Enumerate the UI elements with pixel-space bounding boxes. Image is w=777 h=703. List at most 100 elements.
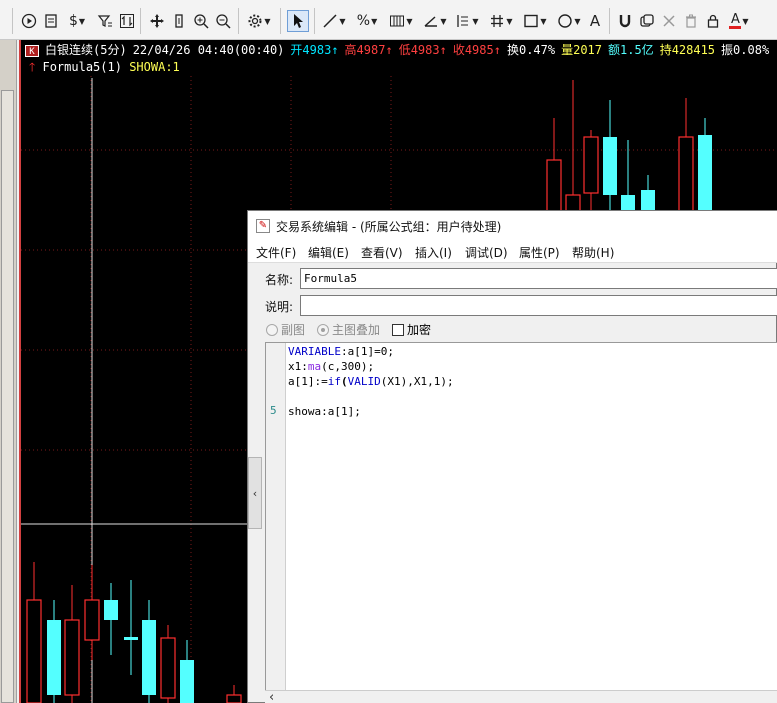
percent-icon[interactable]: % ▼ [352,10,382,32]
dialog-title: 交易系统编辑 - (所属公式组：用户待处理) [276,220,502,234]
radio-icon [266,323,278,336]
line-number: 5 [270,404,277,417]
chevron-down-icon: ▼ [78,16,86,26]
up-arrow-icon: ↑ [331,43,339,57]
sub-chart-radio[interactable]: 副图 [266,321,305,338]
chevron-down-icon: ▼ [440,16,447,26]
candle-body [603,137,617,195]
toolbar-separator [238,8,239,34]
horizontal-scrollbar[interactable]: ‹ [265,690,777,703]
keyword: VARIABLE [288,345,341,358]
percent-label: % [356,13,371,29]
gear-icon[interactable]: ▼ [244,10,274,32]
menu-properties[interactable]: 属性(P) [519,244,560,261]
scroll-left-icon[interactable]: ‹ [269,690,274,703]
up-arrow-icon: 🡑 [29,60,36,74]
up-arrow-icon: ↑ [439,43,447,57]
app-icon: ✎ [256,219,270,233]
chevron-down-icon: ▼ [506,16,513,26]
menu-help[interactable]: 帮助(H) [572,244,614,261]
radio-icon [317,323,329,336]
channel-icon[interactable]: ▼ [452,10,482,32]
candle-body [84,599,100,641]
amount-label: 额1.5亿 [608,43,654,57]
zoom-in-icon[interactable] [190,10,212,32]
code-line-5: showa:a[1]; [288,405,361,418]
fit-icon[interactable] [168,10,190,32]
k-badge: K [25,45,39,57]
low-value: 低4983 [398,43,440,57]
symbol-name: 白银连续(5分) [45,43,127,57]
cursor-icon[interactable] [287,10,309,32]
name-label: 名称: [265,273,294,287]
code-editor[interactable]: 5 VARIABLE:a[1]=0; x1:ma(c,300); a[1]:=i… [265,342,777,691]
swap-icon[interactable] [116,10,138,32]
description-label: 说明: [265,300,294,314]
up-arrow-icon: ↑ [493,43,501,57]
code-text: x1: [288,360,308,373]
angle-icon[interactable]: ▼ [420,10,450,32]
chevron-down-icon: ▼ [540,16,547,26]
position-label: 持428415 [659,43,716,57]
collapse-side-tab[interactable]: ‹ [248,457,262,529]
description-input[interactable] [300,295,777,316]
chevron-down-icon: ▼ [406,16,413,26]
keyword: VALID [347,375,381,388]
document-icon[interactable] [40,10,62,32]
code-line-1: VARIABLE:a[1]=0; [288,344,394,359]
main-overlay-radio[interactable]: 主图叠加 [317,321,380,338]
chevron-down-icon: ▼ [472,16,479,26]
chevron-down-icon: ▼ [574,16,581,26]
candle-body [124,637,138,640]
filter-icon[interactable] [94,10,116,32]
play-icon[interactable] [18,10,40,32]
toolbar-separator [12,8,13,34]
toolbar-separator [314,8,315,34]
move-icon[interactable] [146,10,168,32]
line-number-gutter: 5 [266,343,286,691]
chevron-down-icon: ▼ [339,16,346,26]
toolbar-separator [280,8,281,34]
main-overlay-label: 主图叠加 [332,323,381,337]
code-text: a[1]:= [288,375,328,388]
menu-view[interactable]: 查看(V) [361,244,403,261]
menu-insert[interactable]: 插入(I) [415,244,452,261]
code-text: :a[1]=0; [340,345,394,358]
trash-icon[interactable] [680,10,702,32]
menu-edit[interactable]: 编辑(E) [308,244,349,261]
chevron-down-icon: ▼ [264,16,271,26]
formula-name: Formula5(1) [42,60,122,74]
hash-icon[interactable]: ▼ [486,10,516,32]
line-icon[interactable]: ▼ [320,10,348,32]
candle-body [160,637,176,699]
text-icon[interactable]: A [584,10,606,32]
zoom-out-icon[interactable] [212,10,234,32]
font-color-icon[interactable]: A ▼ [724,10,754,32]
sub-chart-label: 副图 [281,323,306,337]
toolbar-separator [140,8,141,34]
close-icon[interactable] [658,10,680,32]
formula-value: SHOWA:1 [129,60,180,74]
dialog-title-bar[interactable]: ✎ 交易系统编辑 - (所属公式组：用户待处理) [248,211,777,241]
name-input[interactable]: Formula5 [300,268,777,289]
code-text: (X1),X1,1); [380,375,454,388]
copy-icon[interactable] [636,10,658,32]
menu-bar: 文件(F) 编辑(E) 查看(V) 插入(I) 调试(D) 属性(P) 帮助(H… [248,241,777,263]
volume-label: 量2017 [561,43,602,57]
candle-body [26,599,42,703]
left-scrollbar[interactable] [1,90,14,703]
low-label: 低4983↑ [399,43,447,57]
dollar-label: $ [68,13,78,29]
code-line-2: x1:ma(c,300); [288,359,374,374]
menu-file[interactable]: 文件(F) [256,244,296,261]
circle-icon[interactable]: ▼ [554,10,584,32]
grid-icon[interactable]: ▼ [386,10,416,32]
dollar-icon[interactable]: $ ▼ [62,10,92,32]
encrypt-checkbox[interactable]: 加密 [392,321,431,338]
magnet-icon[interactable] [614,10,636,32]
code-line-3: a[1]:=if(VALID(X1),X1,1); [288,374,454,389]
rectangle-icon[interactable]: ▼ [520,10,550,32]
lock-icon[interactable] [702,10,724,32]
quote-info-line: K 白银连续(5分) 22/04/26 04:40(00:40) 开4983↑ 高498… [25,41,775,57]
menu-debug[interactable]: 调试(D) [465,244,508,261]
